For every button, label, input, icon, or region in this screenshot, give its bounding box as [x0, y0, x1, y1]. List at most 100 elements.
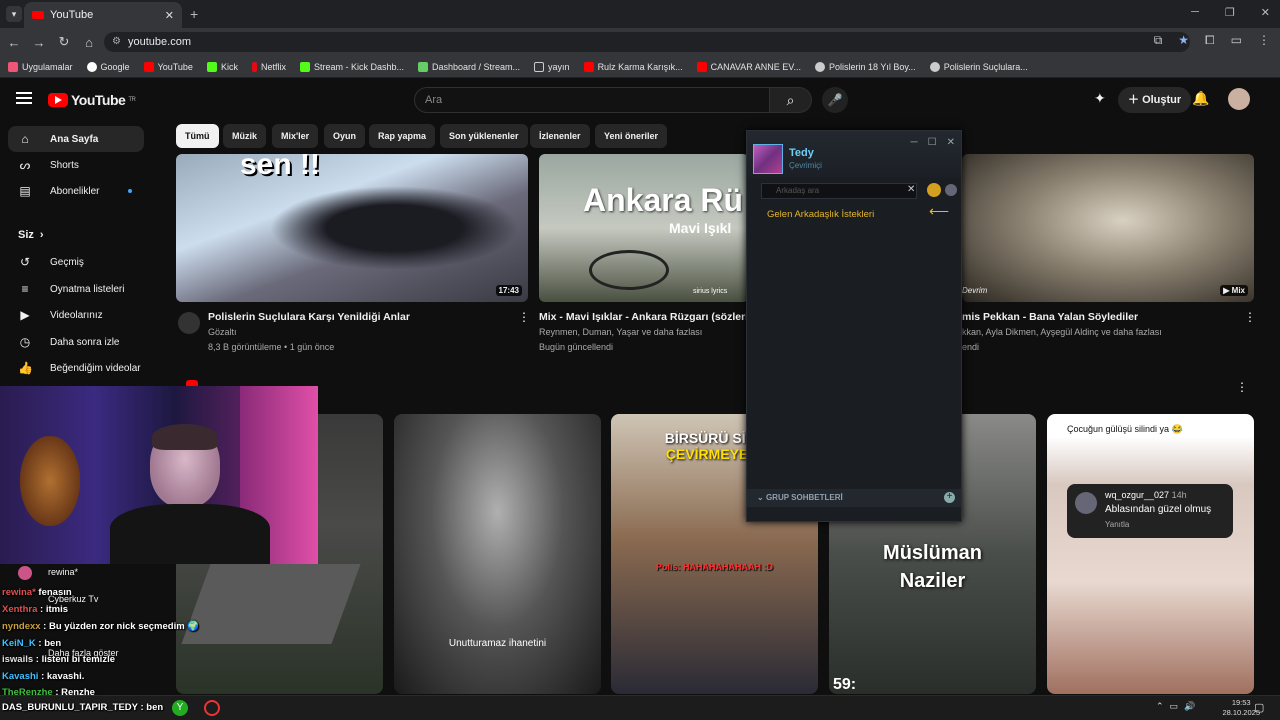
sidebar-item-your-videos[interactable]: ▶ Videolarınız [8, 302, 144, 328]
address-bar[interactable]: ⚙ youtube.com [104, 32, 1190, 52]
bookmark-apps[interactable]: Uygulamalar [8, 61, 73, 72]
webcam-overlay [0, 386, 318, 564]
thumbs-up-icon: 👍 [18, 361, 33, 375]
sidebar-item-liked[interactable]: 👍 Beğendiğim videolar [8, 355, 144, 381]
video-thumbnail[interactable]: Ankara Rü Mavi Işıkl sirius lyrics [539, 154, 749, 302]
reload-icon[interactable]: ↻ [53, 34, 75, 50]
chip-gaming[interactable]: Oyun [324, 124, 366, 148]
tab-search-button[interactable]: ▾ [6, 6, 22, 22]
video-duration: 17:43 [495, 285, 522, 296]
cast-icon[interactable]: ✦ [1094, 90, 1106, 107]
close-window-icon[interactable]: ✕ [1261, 6, 1270, 19]
hamburger-menu-icon[interactable] [16, 92, 32, 104]
short-card[interactable]: Unutturamaz ihanetini [394, 414, 601, 694]
system-tray-icons[interactable]: ⌃▭🔊 [1156, 701, 1201, 712]
back-icon[interactable]: ← [3, 35, 25, 50]
site-info-icon[interactable]: ⚙ [112, 32, 121, 52]
channel-name[interactable]: kkan, Ayla Dikmen, Ayşegül Aldinç ve dah… [962, 327, 1232, 337]
home-icon[interactable]: ⌂ [78, 35, 100, 50]
microphone-icon[interactable]: 🎤 [822, 87, 848, 113]
channel-avatar[interactable] [178, 312, 200, 334]
sidebar-item-playlists[interactable]: ≡ Oynatma listeleri [8, 276, 144, 302]
bookmark-google[interactable]: Google [86, 61, 130, 72]
install-app-icon[interactable]: ⧉ [1154, 33, 1163, 48]
extensions-icon[interactable]: ⧠ [1205, 33, 1215, 48]
new-tab-button[interactable]: + [190, 6, 198, 22]
video-title[interactable]: Mix - Mavi Işıklar - Ankara Rüzgarı (söz… [539, 311, 746, 323]
profile-icon[interactable]: ▭ [1231, 33, 1242, 48]
channel-name[interactable]: Gözaltı [208, 327, 237, 337]
search-input[interactable]: Ara [414, 87, 770, 113]
minimize-icon[interactable]: ─ [1191, 6, 1199, 19]
settings-icon[interactable] [945, 184, 957, 196]
plus-icon: ＋ [1128, 94, 1143, 106]
notifications-bell-icon[interactable]: 🔔 [1192, 90, 1209, 107]
close-tab-icon[interactable]: ✕ [165, 9, 174, 22]
chip-all[interactable]: Tümü [176, 124, 219, 148]
shorts-more-icon[interactable]: ⋮ [1236, 380, 1248, 394]
bookmark-polislerin-2[interactable]: Polislerin Suçlulara... [929, 61, 1028, 72]
avatar[interactable] [1228, 88, 1250, 110]
chip-music[interactable]: Müzik [223, 124, 267, 148]
folder-icon [534, 61, 545, 72]
video-thumbnail[interactable]: sen !! 17:43 [176, 154, 528, 302]
maximize-icon[interactable]: ☐ [928, 137, 937, 148]
incoming-friend-requests-link[interactable]: Gelen Arkadaşlık İstekleri [767, 209, 874, 220]
sidebar-section-you[interactable]: Siz › [8, 222, 144, 248]
bookmark-kick-dashboard[interactable]: Stream - Kick Dashb... [299, 61, 404, 72]
video-meta: 8,3 B görüntüleme • 1 gün önce [208, 342, 335, 352]
notifications-icon[interactable]: ▢ [1254, 701, 1264, 714]
bookmark-youtube[interactable]: YouTube [143, 61, 193, 72]
sidebar-item-subscriptions[interactable]: ▤ Abonelikler [8, 178, 144, 204]
comment-bubble: wq_ozgur__027 14h Ablasından güzel olmuş… [1067, 484, 1233, 538]
bookmark-dashboard[interactable]: Dashboard / Stream... [418, 61, 520, 72]
chip-watched[interactable]: İzlenenler [530, 124, 590, 148]
create-button[interactable]: ＋ Oluştur [1118, 87, 1192, 113]
thumbnail-credit: Devrim [962, 286, 988, 295]
bookmark-folder-yayin[interactable]: yayın [534, 61, 570, 72]
menu-icon[interactable]: ⋮ [1258, 33, 1270, 48]
bookmark-star-icon[interactable]: ★ [1178, 33, 1189, 48]
sidebar-item-home[interactable]: ⌂ Ana Sayfa [8, 126, 144, 152]
clear-search-icon[interactable]: ✕ [907, 184, 915, 195]
avatar[interactable] [753, 144, 783, 174]
search-icon[interactable]: ⌕ [770, 87, 812, 113]
sidebar-item-history[interactable]: ↺ Geçmiş [8, 249, 144, 275]
video-title[interactable]: mis Pekkan - Bana Yalan Söylediler [962, 311, 1232, 323]
bookmark-canavar[interactable]: CANAVAR ANNE EV... [696, 61, 801, 72]
tab-youtube[interactable]: YouTube ✕ [24, 2, 182, 28]
sidebar-item-watch-later[interactable]: ◷ Daha sonra izle [8, 329, 144, 355]
youtube-logo[interactable]: YouTube TR [48, 92, 136, 108]
restore-icon[interactable]: ❐ [1225, 6, 1235, 19]
masthead: YouTube TR Ara ⌕ 🎤 ✦ ＋ Oluştur 🔔 [0, 80, 1280, 120]
chip-mixes[interactable]: Mix'ler [272, 124, 319, 148]
reply-link[interactable]: Yanıtla [1105, 520, 1129, 529]
chip-new-to-you[interactable]: Yeni öneriler [595, 124, 668, 148]
chip-rap[interactable]: Rap yapma [369, 124, 436, 148]
forward-icon[interactable]: → [28, 35, 50, 50]
sidebar-item-shorts[interactable]: ᔕ Shorts [8, 152, 144, 178]
sidebar-sub-channel[interactable]: rewina* [48, 567, 78, 577]
obs-icon[interactable] [204, 700, 220, 716]
add-friend-icon[interactable] [927, 183, 941, 197]
channel-name[interactable]: Reynmen, Duman, Yaşar ve daha fazlası [539, 327, 746, 337]
minimize-icon[interactable]: ─ [911, 137, 918, 148]
bookmark-polislerin-1[interactable]: Polislerin 18 Yıl Boy... [814, 61, 916, 72]
add-group-icon[interactable]: + [944, 492, 955, 503]
more-options-icon[interactable]: ⋮ [518, 310, 530, 324]
user-name[interactable]: Tedy [789, 147, 814, 159]
video-thumbnail[interactable]: Devrim ▶ Mix [962, 154, 1254, 302]
bookmark-kick[interactable]: Kick [206, 61, 238, 72]
group-chats-header[interactable]: ⌄ GRUP SOHBETLERİ [747, 489, 961, 507]
more-options-icon[interactable]: ⋮ [1244, 310, 1256, 324]
short-card[interactable]: Çocuğun gülüşü silindi ya 😂 wq_ozgur__02… [1047, 414, 1254, 694]
bookmark-rulz[interactable]: Rulz Karma Karışık... [583, 61, 683, 72]
chip-recent[interactable]: Son yüklenenler [440, 124, 528, 148]
youtube-icon [696, 61, 707, 72]
short-counter: 59: [833, 676, 857, 693]
video-title[interactable]: Polislerin Suçlulara Karşı Yenildiği Anl… [208, 311, 508, 323]
app-icon[interactable]: Y [172, 700, 188, 716]
friend-search-input[interactable]: Arkadaş ara [761, 183, 917, 199]
bookmark-netflix[interactable]: Netflix [251, 61, 286, 72]
close-icon[interactable]: ✕ [947, 137, 955, 148]
